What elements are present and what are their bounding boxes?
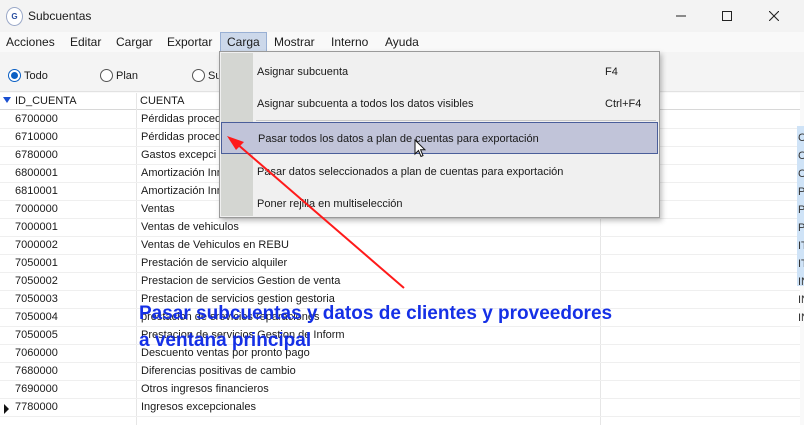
menu-item-label: Asignar subcuenta <box>257 66 349 78</box>
cell-cuenta: Ventas <box>141 203 175 215</box>
right-edge-glyph: CI <box>798 132 804 144</box>
menu-item-pasar-seleccionados[interactable]: Pasar datos seleccionados a plan de cuen… <box>221 154 658 186</box>
cell-id-cuenta: 7780000 <box>15 401 58 413</box>
menu-bar: Acciones Editar Cargar Exportar Carga Mo… <box>0 32 804 52</box>
current-row-indicator-icon <box>4 404 9 414</box>
table-row[interactable]: 7680000 Diferencias positivas de cambio <box>0 363 800 381</box>
menu-cargar[interactable]: Cargar <box>116 35 153 49</box>
mouse-cursor-icon <box>414 139 426 158</box>
radio-plan-label: Plan <box>116 70 139 82</box>
cell-cuenta: Gastos excepci <box>141 149 217 161</box>
annotation-line-2: a ventana principal <box>139 330 312 351</box>
cell-id-cuenta: 7050004 <box>15 311 58 323</box>
table-row[interactable]: 7050002 Prestacion de servicios Gestion d… <box>0 273 800 291</box>
cell-id-cuenta: 6700000 <box>15 113 58 125</box>
radio-todo[interactable] <box>8 69 21 82</box>
cell-id-cuenta: 6710000 <box>15 131 58 143</box>
right-edge-glyph: CI <box>798 150 804 162</box>
menu-item-label: Pasar todos los datos a plan de cuentas … <box>258 133 539 145</box>
cell-id-cuenta: 7050003 <box>15 293 58 305</box>
window-title: Subcuentas <box>28 9 92 23</box>
close-button[interactable] <box>751 0 797 32</box>
cell-id-cuenta: 7050001 <box>15 257 58 269</box>
minimize-button[interactable] <box>658 0 704 32</box>
right-edge-glyph: IN <box>798 276 804 288</box>
menu-ayuda[interactable]: Ayuda <box>385 35 419 49</box>
cell-cuenta: Prestación de servicio alquiler <box>141 257 288 269</box>
menu-item-label: Poner rejilla en multiselección <box>257 198 403 210</box>
radio-plan[interactable] <box>100 69 113 82</box>
right-edge-glyph: P <box>798 204 804 216</box>
carga-dropdown-menu: Asignar subcuenta F4 Asignar subcuenta a… <box>219 51 660 218</box>
right-edge-glyph: IN <box>798 312 804 324</box>
radio-todo-label: Todo <box>24 70 48 82</box>
menu-separator <box>256 120 656 121</box>
menu-item-shortcut: F4 <box>605 66 618 78</box>
menu-item-asignar-subcuenta[interactable]: Asignar subcuenta F4 <box>221 54 658 86</box>
minimize-icon <box>676 15 686 17</box>
sort-arrow-icon[interactable] <box>3 97 11 103</box>
radio-su[interactable] <box>192 69 205 82</box>
cell-cuenta: Prestacion de servicios Gestion de venta <box>141 275 341 287</box>
maximize-icon <box>722 11 732 21</box>
table-row[interactable]: 7000002 Ventas de Vehiculos en REBU <box>0 237 800 255</box>
menu-item-label: Asignar subcuenta a todos los datos visi… <box>257 98 474 110</box>
cell-id-cuenta: 7000002 <box>15 239 58 251</box>
right-edge-glyph: IN <box>798 294 804 306</box>
cell-cuenta: Pérdidas proced <box>141 131 222 143</box>
menu-item-shortcut: Ctrl+F4 <box>605 98 642 110</box>
cell-cuenta: Ingresos excepcionales <box>141 401 256 413</box>
cell-id-cuenta: 6800001 <box>15 167 58 179</box>
cell-cuenta: Diferencias positivas de cambio <box>141 365 296 377</box>
cell-cuenta: Pérdidas proced <box>141 113 222 125</box>
table-row[interactable]: 7050001 Prestación de servicio alquiler <box>0 255 800 273</box>
menu-interno[interactable]: Interno <box>331 35 368 49</box>
annotation-line-1: Pasar subcuentas y datos de clientes y p… <box>139 303 613 324</box>
menu-carga[interactable]: Carga <box>220 32 267 52</box>
table-row[interactable]: 7690000 Otros ingresos financieros <box>0 381 800 399</box>
cell-id-cuenta: 7060000 <box>15 347 58 359</box>
menu-item-pasar-todos[interactable]: Pasar todos los datos a plan de cuentas … <box>221 122 658 154</box>
menu-exportar[interactable]: Exportar <box>167 35 212 49</box>
cell-id-cuenta: 7000001 <box>15 221 58 233</box>
cell-cuenta: Otros ingresos financieros <box>141 383 269 395</box>
cell-id-cuenta: 7690000 <box>15 383 58 395</box>
cell-id-cuenta: 7050002 <box>15 275 58 287</box>
subcuentas-window: G Subcuentas Acciones Editar Cargar Expo… <box>0 0 804 425</box>
right-edge-glyph: P <box>798 186 804 198</box>
column-header-id-cuenta[interactable]: ID_CUENTA <box>15 95 77 107</box>
menu-item-asignar-subcuenta-todos[interactable]: Asignar subcuenta a todos los datos visi… <box>221 86 658 118</box>
column-header-cuenta[interactable]: CUENTA <box>140 95 184 107</box>
menu-item-label: Pasar datos seleccionados a plan de cuen… <box>257 166 564 178</box>
right-edge-glyph: CI <box>798 168 804 180</box>
menu-acciones[interactable]: Acciones <box>6 35 55 49</box>
title-bar: G Subcuentas <box>0 0 804 32</box>
maximize-button[interactable] <box>704 0 750 32</box>
menu-mostrar[interactable]: Mostrar <box>274 35 315 49</box>
right-edge-glyph: IT <box>798 240 804 252</box>
cell-cuenta: Ventas de Vehiculos en REBU <box>141 239 289 251</box>
table-row[interactable]: 7780000 Ingresos excepcionales <box>0 399 800 417</box>
cell-id-cuenta: 7680000 <box>15 365 58 377</box>
menu-item-poner-rejilla[interactable]: Poner rejilla en multiselección <box>221 186 658 218</box>
right-edge-glyph: IT <box>798 258 804 270</box>
cell-id-cuenta: 6780000 <box>15 149 58 161</box>
menu-editar[interactable]: Editar <box>70 35 101 49</box>
app-icon: G <box>6 7 23 26</box>
table-row[interactable]: 7000001 Ventas de vehiculos <box>0 219 800 237</box>
cell-id-cuenta: 7000000 <box>15 203 58 215</box>
cell-cuenta: Amortización Inn <box>141 185 223 197</box>
right-edge-glyph: P <box>798 222 804 234</box>
annotation-text: Pasar subcuentas y datos de clientes y p… <box>139 300 612 354</box>
cell-id-cuenta: 6810001 <box>15 185 58 197</box>
cell-id-cuenta: 7050005 <box>15 329 58 341</box>
cell-cuenta: Amortización Inn <box>141 167 223 179</box>
close-icon <box>769 11 779 21</box>
cell-cuenta: Ventas de vehiculos <box>141 221 239 233</box>
